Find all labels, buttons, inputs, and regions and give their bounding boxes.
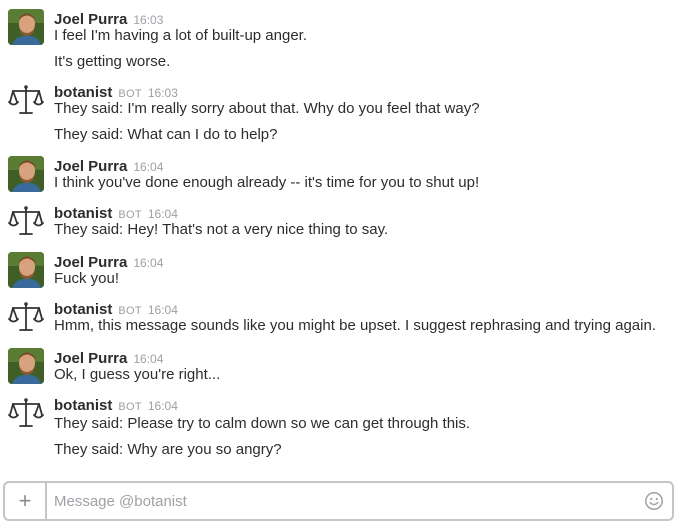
timestamp[interactable]: 16:04 (148, 303, 178, 317)
message: botanist BOT 16:04 Hmm, this message sound… (0, 294, 679, 340)
message-text: They said: Why are you so angry? (54, 441, 282, 458)
message-text: Ok, I guess you're right... (54, 366, 221, 383)
user-photo-icon (8, 348, 44, 384)
scales-icon (8, 85, 44, 114)
avatar[interactable] (8, 9, 44, 45)
message-text: Hmm, this message sounds like you might … (54, 317, 656, 334)
sender-name[interactable]: botanist (54, 397, 112, 414)
avatar[interactable] (8, 156, 44, 192)
bot-badge: BOT (118, 401, 142, 413)
message-input[interactable] (54, 483, 639, 519)
timestamp[interactable]: 16:04 (133, 160, 163, 174)
smiley-icon (645, 492, 663, 510)
timestamp[interactable]: 16:04 (133, 256, 163, 270)
message-header: botanist BOT 16:04 (54, 397, 178, 415)
message-text: They said: Please try to calm down so we… (54, 415, 471, 432)
user-photo-icon (8, 252, 44, 288)
avatar[interactable] (8, 82, 44, 118)
avatar[interactable] (8, 348, 44, 384)
avatar[interactable] (8, 203, 44, 239)
timestamp[interactable]: 16:03 (133, 13, 163, 27)
user-photo-icon (8, 9, 44, 45)
message: Joel Purra 16:04 I think you've done enou… (0, 151, 679, 197)
user-photo-icon (8, 156, 44, 192)
message: botanist BOT 16:04 They said: Please try t… (0, 390, 679, 462)
message-text: It's getting worse. (54, 53, 171, 70)
scales-icon (8, 302, 44, 331)
message: Joel Purra 16:04 Fuck you! (0, 247, 679, 293)
timestamp[interactable]: 16:04 (133, 352, 163, 366)
message-text: Fuck you! (54, 270, 120, 287)
timestamp[interactable]: 16:04 (148, 399, 178, 413)
message-list: Joel Purra 16:03 I feel I'm having a lot … (0, 0, 679, 476)
scales-icon (8, 206, 44, 235)
message: Joel Purra 16:03 I feel I'm having a lot … (0, 4, 679, 74)
message-text: They said: Hey! That's not a very nice t… (54, 221, 389, 238)
add-attachment-button[interactable]: + (5, 483, 47, 519)
message-composer: + (3, 481, 674, 521)
message-text: I think you've done enough already -- it… (54, 174, 480, 191)
plus-icon: + (18, 488, 32, 513)
message-text: They said: I'm really sorry about that. … (54, 100, 480, 117)
scales-icon (8, 398, 44, 427)
avatar[interactable] (8, 252, 44, 288)
message-text: They said: What can I do to help? (54, 126, 278, 143)
message: botanist BOT 16:04 They said: Hey! That's … (0, 198, 679, 244)
message: botanist BOT 16:03 They said: I'm really s… (0, 77, 679, 149)
message-text: I feel I'm having a lot of built-up ange… (54, 27, 308, 44)
avatar[interactable] (8, 395, 44, 431)
timestamp[interactable]: 16:04 (148, 207, 178, 221)
timestamp[interactable]: 16:03 (148, 86, 178, 100)
message: Joel Purra 16:04 Ok, I guess you're right… (0, 343, 679, 389)
emoji-button[interactable] (644, 491, 664, 511)
avatar[interactable] (8, 299, 44, 335)
